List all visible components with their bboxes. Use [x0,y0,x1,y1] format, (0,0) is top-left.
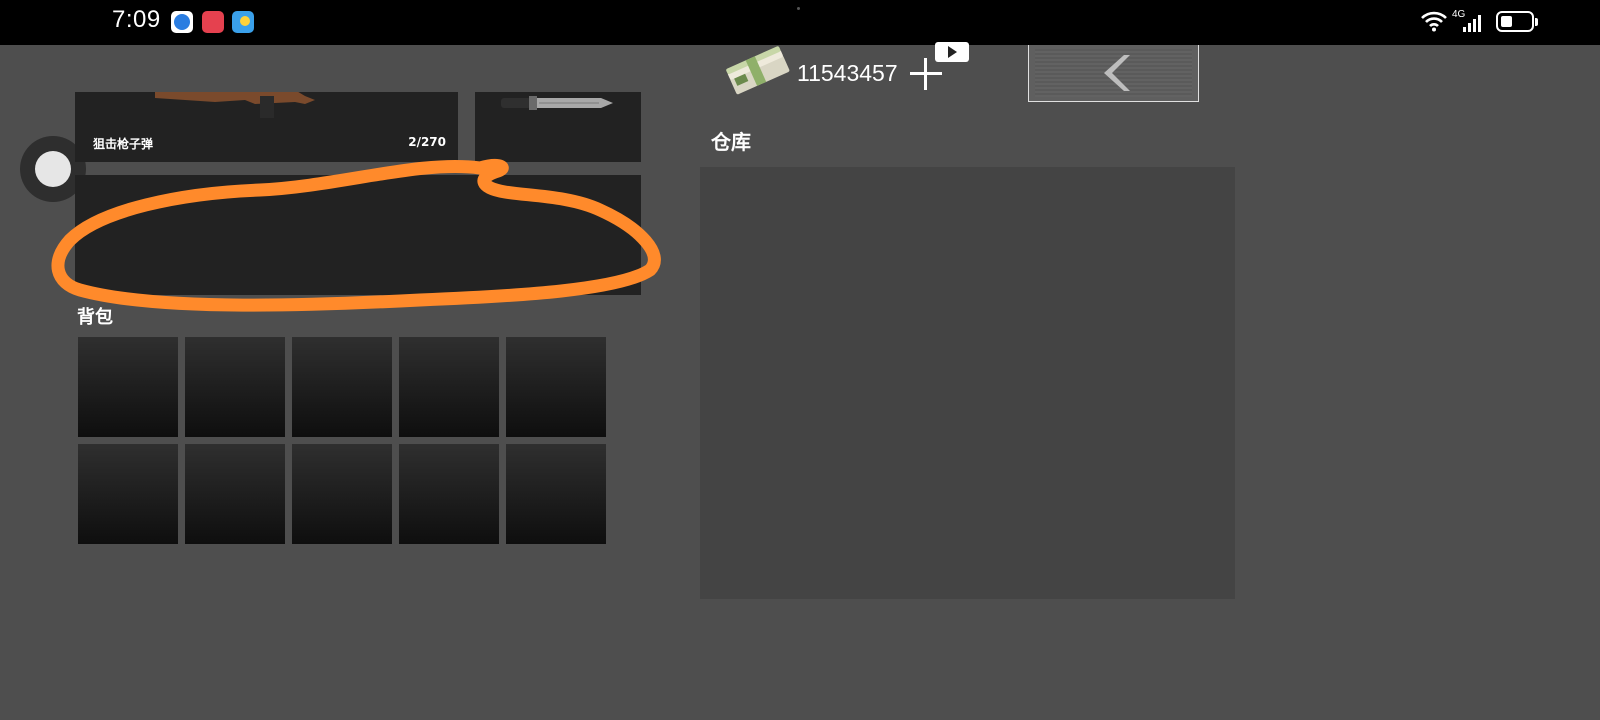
browser-app-icon [171,11,193,33]
signal-icon [1463,15,1481,32]
backpack-slot[interactable] [292,444,392,544]
chevron-left-icon [1104,55,1130,91]
backpack-slot[interactable] [185,337,285,437]
back-button[interactable] [1028,45,1199,102]
status-time: 7:09 [112,6,161,33]
backpack-slot[interactable] [506,337,606,437]
backpack-slot[interactable] [399,337,499,437]
backpack-grid [78,337,606,544]
primary-weapon-slot[interactable]: 狙击枪子弹 2/270 [75,92,458,162]
add-currency-button[interactable] [910,58,942,90]
backpack-slot[interactable] [292,337,392,437]
primary-ammo-count: 2/270 [408,135,446,149]
backpack-slot[interactable] [78,337,178,437]
bayonet-knife-icon [501,96,613,110]
backpack-slot[interactable] [506,444,606,544]
primary-weapon-name: 狙击枪子弹 [93,137,154,151]
video-ad-icon[interactable] [935,42,969,62]
backpack-slot[interactable] [185,444,285,544]
cash-stack-icon [726,46,790,95]
wifi-icon [1421,11,1447,32]
currency-amount: 11543457 [797,60,898,86]
battery-icon [1496,11,1538,32]
weather-app-icon [232,11,254,33]
camera-dot [797,7,800,10]
backpack-slot[interactable] [78,444,178,544]
backpack-title: 背包 [77,307,113,328]
warehouse-panel[interactable] [700,167,1235,599]
secondary-weapon-slot[interactable] [75,175,641,295]
melee-weapon-slot[interactable] [475,92,641,162]
warehouse-title: 仓库 [711,130,751,154]
app-icon [202,11,224,33]
sniper-rifle-icon [155,92,315,118]
backpack-slot[interactable] [399,444,499,544]
status-bar: 7:09 4G [0,0,1600,45]
